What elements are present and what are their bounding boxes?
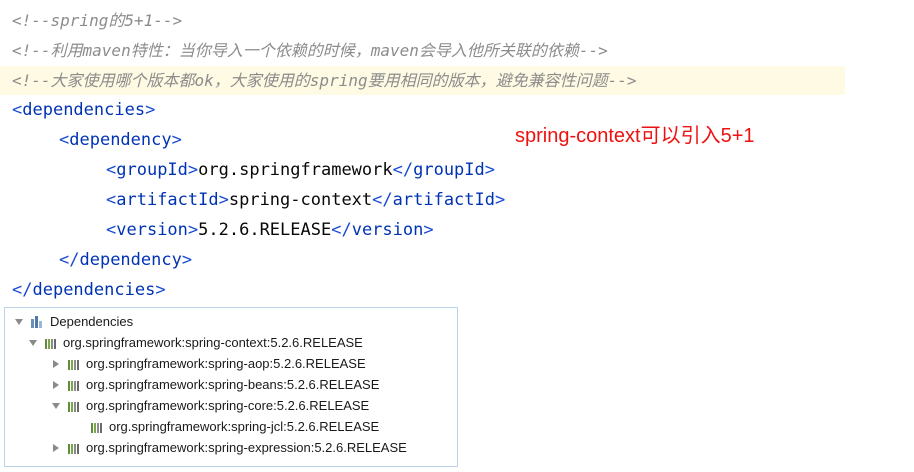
tree-item-spring-expression[interactable]: org.springframework:spring-expression:5.…: [50, 437, 407, 458]
code-editor: <!--spring的5+1--> <!--利用maven特性：当你导入一个依赖…: [0, 0, 914, 305]
chevron-right-icon[interactable]: [50, 442, 62, 454]
dependency-open-line: <dependency>: [59, 130, 182, 150]
tree-item-label: org.springframework:spring-beans:5.2.6.R…: [86, 377, 380, 392]
artifactid-value: spring-context: [228, 190, 373, 210]
groupid-line: <groupId>org.springframework</groupId>: [106, 160, 496, 180]
tree-item-label: org.springframework:spring-jcl:5.2.6.REL…: [109, 419, 380, 434]
library-icon: [68, 400, 82, 412]
library-icon: [91, 421, 105, 433]
tree-root-dependencies[interactable]: Dependencies: [13, 311, 133, 332]
artifactid-line: <artifactId>spring-context</artifactId>: [106, 190, 506, 210]
comment-line-2: <!--利用maven特性：当你导入一个依赖的时候，maven会导入他所关联的依…: [12, 41, 608, 60]
groupid-value: org.springframework: [198, 160, 393, 180]
dependencies-open-line: <dependencies>: [12, 100, 156, 120]
tree-item-spring-aop[interactable]: org.springframework:spring-aop:5.2.6.REL…: [50, 353, 366, 374]
dependency-close-line: </dependency>: [59, 250, 193, 270]
annotation-text: spring-context可以引入5+1: [515, 125, 755, 147]
chevron-right-icon[interactable]: [50, 379, 62, 391]
groupid-close-tag: groupId: [413, 160, 485, 180]
tree-item-label: org.springframework:spring-context:5.2.6…: [63, 335, 363, 350]
chevron-down-icon[interactable]: [50, 400, 62, 412]
comment-line-3: <!--大家使用哪个版本都ok，大家使用的spring要用相同的版本，避免兼容性…: [12, 71, 637, 90]
version-close-tag: version: [351, 220, 424, 240]
library-icon: [68, 379, 82, 391]
chevron-right-icon[interactable]: [50, 358, 62, 370]
version-value: 5.2.6.RELEASE: [198, 220, 332, 240]
tree-item-label: org.springframework:spring-aop:5.2.6.REL…: [86, 356, 366, 371]
artifactid-open-tag: artifactId: [116, 190, 219, 210]
chevron-down-icon[interactable]: [13, 316, 25, 328]
library-icon: [45, 337, 59, 349]
dependency-close-tag: dependency: [79, 250, 182, 270]
tree-item-spring-core[interactable]: org.springframework:spring-core:5.2.6.RE…: [50, 395, 369, 416]
dependencies-open-tag: dependencies: [22, 100, 146, 120]
dependencies-close-tag: dependencies: [32, 280, 156, 300]
library-icon: [68, 442, 82, 454]
version-line: <version>5.2.6.RELEASE</version>: [106, 220, 434, 240]
dependencies-folder-icon: [31, 315, 47, 328]
version-open-tag: version: [116, 220, 188, 240]
artifactid-close-tag: artifactId: [392, 190, 495, 210]
tree-root-label: Dependencies: [50, 314, 134, 329]
library-icon: [68, 358, 82, 370]
tree-item-spring-context[interactable]: org.springframework:spring-context:5.2.6…: [27, 332, 363, 353]
tree-item-spring-beans[interactable]: org.springframework:spring-beans:5.2.6.R…: [50, 374, 379, 395]
tree-item-label: org.springframework:spring-expression:5.…: [86, 440, 407, 455]
comment-line-1: <!--spring的5+1-->: [12, 11, 183, 30]
tree-item-spring-jcl[interactable]: org.springframework:spring-jcl:5.2.6.REL…: [91, 416, 379, 437]
dependency-open-tag: dependency: [69, 130, 172, 150]
chevron-down-icon[interactable]: [27, 337, 39, 349]
dependencies-tree[interactable]: Dependencies org.springframework:spring-…: [4, 307, 458, 467]
groupid-open-tag: groupId: [116, 160, 188, 180]
tree-item-label: org.springframework:spring-core:5.2.6.RE…: [86, 398, 370, 413]
dependencies-close-line: </dependencies>: [12, 280, 166, 300]
